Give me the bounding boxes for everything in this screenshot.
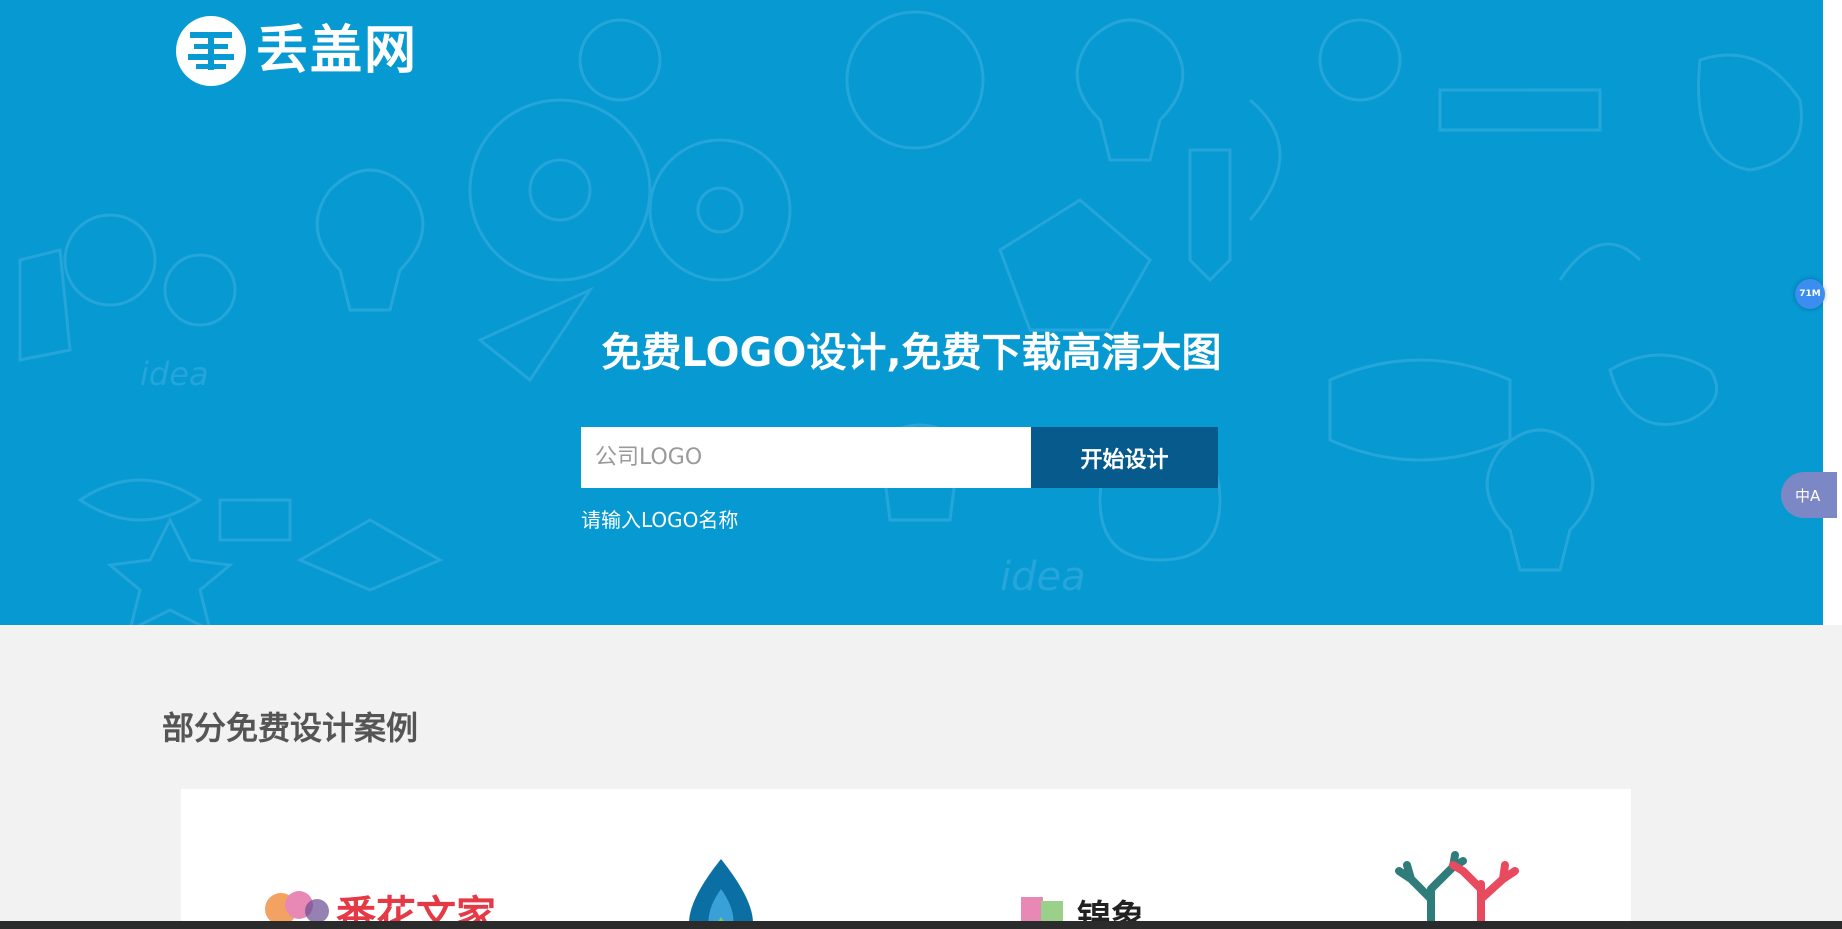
taskbar-edge	[0, 921, 1842, 929]
case-logo-image-2	[689, 859, 753, 929]
case-card-1[interactable]: 番花文家	[241, 789, 501, 929]
case-logo-image-3: 锦象	[1021, 897, 1145, 929]
case-card-4[interactable]	[1371, 789, 1541, 929]
hero-banner: idea idea 丢盖网 免费LOGO设计,免费下载高清大图 开始设计 请输入…	[0, 0, 1823, 625]
cases-gallery: 番花文家 锦象	[181, 789, 1631, 929]
input-hint: 请输入LOGO名称	[581, 508, 739, 532]
case-card-3[interactable]: 锦象	[1011, 789, 1211, 929]
scrollbar-track[interactable]	[1823, 0, 1842, 625]
doodle-background: idea idea	[18, 10, 1803, 625]
hero-headline: 免费LOGO设计,免费下载高清大图	[601, 330, 1222, 376]
brand-logo[interactable]: 丢盖网	[174, 14, 418, 88]
cases-section-title: 部分免费设计案例	[162, 709, 419, 747]
brand-mark-icon	[176, 16, 246, 86]
brand-name: 丢盖网	[256, 21, 419, 81]
svg-text:idea: idea	[1000, 554, 1086, 600]
case-card-2[interactable]	[661, 789, 781, 929]
case-logo-image-1: 番花文家	[265, 891, 496, 929]
case-logo-image-4	[1395, 851, 1519, 929]
start-design-button[interactable]: 开始设计	[1031, 427, 1218, 488]
logo-name-input[interactable]	[581, 427, 1031, 488]
memory-badge[interactable]: 71M	[1795, 279, 1825, 309]
translate-icon: 中A	[1795, 486, 1821, 505]
translate-button[interactable]: 中A	[1781, 472, 1837, 518]
